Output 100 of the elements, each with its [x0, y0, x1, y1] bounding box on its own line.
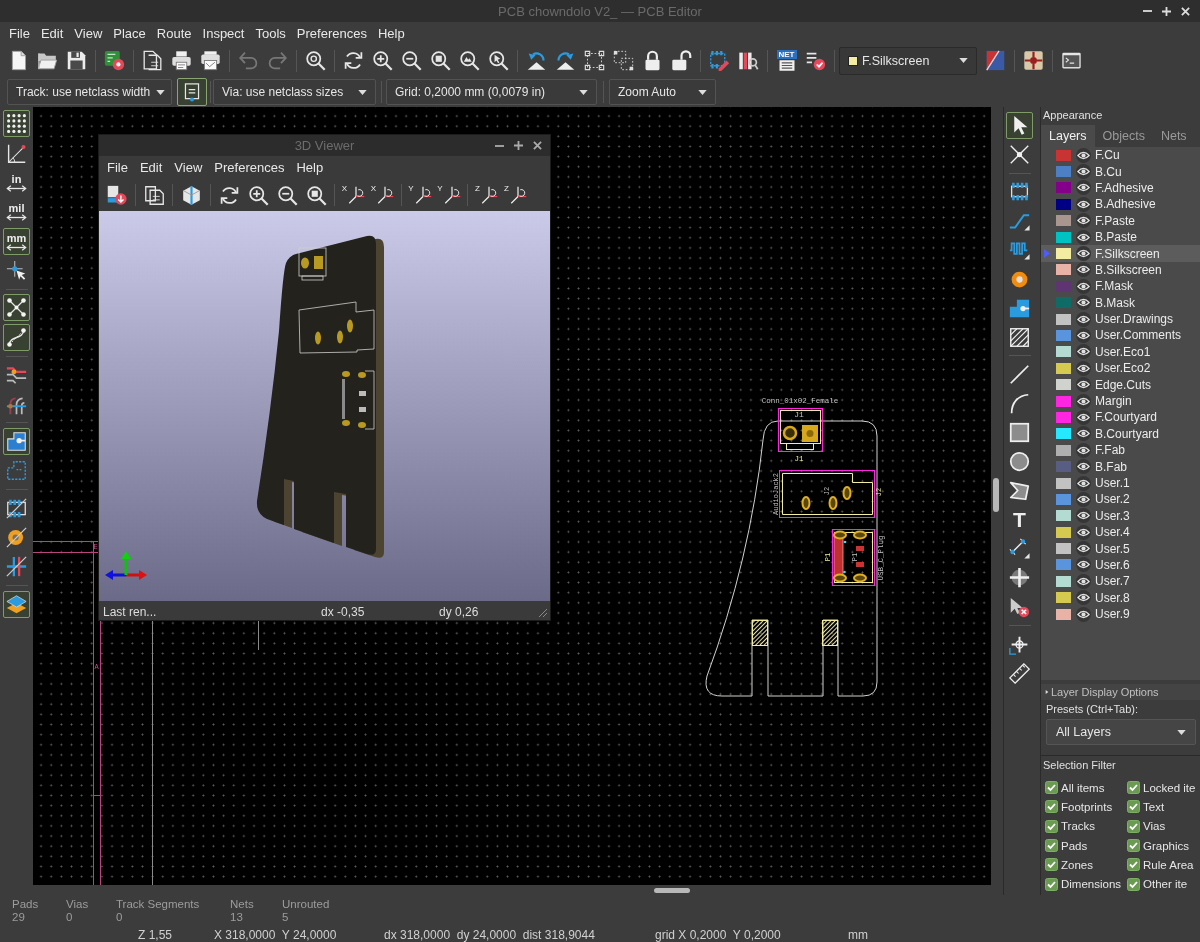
maximize-button[interactable] [1159, 4, 1173, 18]
layer-row[interactable]: F.Adhesive [1041, 179, 1200, 197]
rotate-y-button[interactable]: Y [406, 181, 434, 209]
auto-track-width-button[interactable] [177, 78, 207, 106]
layer-row[interactable]: User.Eco2 [1041, 360, 1200, 377]
eye-icon[interactable] [1076, 475, 1091, 491]
ratsnest-button[interactable] [3, 294, 30, 322]
grid-dropdown[interactable]: Grid: 0,2000 mm (0,0079 in) [386, 79, 597, 105]
layer-row[interactable]: F.Paste [1041, 212, 1200, 229]
layer-row[interactable]: Edge.Cuts [1041, 376, 1200, 393]
eye-icon[interactable] [1076, 541, 1091, 557]
menu-item[interactable]: View [174, 160, 203, 175]
eye-icon[interactable] [1076, 328, 1091, 343]
menu-item[interactable]: Preferences [296, 25, 367, 41]
netlist-button[interactable]: NET [773, 47, 800, 74]
layer-row[interactable]: B.Adhesive [1041, 196, 1200, 213]
menu-item[interactable]: View [74, 25, 103, 41]
checkbox[interactable] [1045, 839, 1058, 853]
menu-item[interactable]: Route [156, 25, 192, 41]
checkbox[interactable] [1127, 877, 1140, 891]
eye-icon[interactable] [1076, 246, 1091, 262]
eye-icon[interactable] [1076, 426, 1091, 442]
menu-item[interactable]: Help [296, 160, 324, 175]
close-button[interactable] [1178, 4, 1192, 18]
eye-icon[interactable] [1076, 557, 1091, 573]
layer-row[interactable]: F.Cu [1041, 147, 1200, 164]
menu-item[interactable]: Inspect [202, 25, 245, 41]
checkbox[interactable] [1045, 781, 1058, 795]
panel-tab[interactable]: Layers [1041, 125, 1095, 147]
layer-row[interactable]: B.Courtyard [1041, 425, 1200, 443]
layer-row[interactable]: F.Courtyard [1041, 409, 1200, 426]
checkbox[interactable] [1045, 877, 1058, 891]
checkbox[interactable] [1127, 839, 1140, 853]
eye-icon[interactable] [1076, 311, 1091, 327]
menu-item[interactable]: Place [113, 25, 146, 41]
eye-icon[interactable] [1076, 147, 1091, 163]
menu-item[interactable]: File [107, 160, 128, 175]
checkbox[interactable] [1127, 858, 1140, 872]
menu-item[interactable]: File [9, 25, 30, 41]
menu-item[interactable]: Preferences [214, 160, 285, 175]
eye-icon[interactable] [1076, 590, 1091, 606]
layer-row[interactable]: F.Silkscreen [1041, 245, 1200, 262]
eye-icon[interactable] [1076, 229, 1091, 245]
eye-icon[interactable] [1076, 278, 1091, 294]
eye-icon[interactable] [1076, 344, 1091, 360]
layer-row[interactable]: User.1 [1041, 474, 1200, 492]
render-viewport[interactable] [99, 211, 550, 601]
checkbox[interactable] [1045, 858, 1058, 872]
curved-ratsnest-button[interactable] [3, 323, 30, 351]
checkbox[interactable] [1045, 819, 1058, 833]
layer-row[interactable]: B.Silkscreen [1041, 261, 1200, 279]
eye-icon[interactable] [1076, 508, 1091, 524]
eye-icon[interactable] [1076, 180, 1091, 196]
mm-units-button[interactable]: mm [3, 227, 30, 255]
rotate-y-button[interactable]: Y [435, 181, 463, 209]
scrollbar-thumb[interactable] [993, 478, 999, 512]
mil-units-button[interactable]: mil [3, 198, 30, 226]
menu-item[interactable]: Edit [139, 160, 163, 175]
collapsible-header[interactable]: Layer Display Options [1041, 684, 1200, 700]
layer-row[interactable]: F.Mask [1041, 278, 1200, 295]
layer-row[interactable]: B.Mask [1041, 294, 1200, 311]
layer-row[interactable]: Margin [1041, 392, 1200, 410]
zoom-dropdown[interactable]: Zoom Auto [609, 79, 716, 105]
eye-icon[interactable] [1076, 524, 1091, 540]
layer-row[interactable]: User.2 [1041, 491, 1200, 508]
layer-row[interactable]: User.Comments [1041, 327, 1200, 344]
rotate-z-button[interactable]: Z [473, 181, 500, 209]
eye-icon[interactable] [1076, 213, 1091, 229]
layer-dropdown[interactable]: F.Silkscreen [839, 46, 977, 75]
eye-icon[interactable] [1076, 262, 1091, 278]
layer-row[interactable]: User.Drawings [1041, 310, 1200, 328]
layer-row[interactable]: F.Fab [1041, 442, 1200, 459]
rotate-x-button[interactable]: X [369, 181, 396, 209]
layer-row[interactable]: User.4 [1041, 524, 1200, 541]
checkbox[interactable] [1127, 800, 1140, 814]
grid-toggle-button[interactable] [3, 110, 30, 138]
eye-icon[interactable] [1076, 360, 1091, 376]
eye-icon[interactable] [1076, 409, 1091, 425]
maximize-button[interactable] [511, 138, 525, 153]
scrollbar-thumb[interactable] [654, 887, 690, 893]
layer-row[interactable]: User.8 [1041, 589, 1200, 606]
filled-zones-button[interactable] [3, 427, 30, 455]
eye-icon[interactable] [1076, 442, 1091, 458]
checkbox[interactable] [1127, 781, 1140, 795]
via-size-dropdown[interactable]: Via: use netclass sizes [213, 79, 376, 105]
layer-row[interactable]: User.6 [1041, 556, 1200, 574]
add-text-button[interactable]: T [1006, 506, 1033, 534]
eye-icon[interactable] [1076, 393, 1091, 409]
appearance-panel-button[interactable] [3, 590, 30, 618]
layer-row[interactable]: B.Fab [1041, 458, 1200, 475]
eye-icon[interactable] [1076, 377, 1091, 393]
menu-item[interactable]: Edit [40, 25, 64, 41]
layer-row[interactable]: User.5 [1041, 540, 1200, 557]
presets-dropdown[interactable]: All Layers [1046, 719, 1196, 745]
inch-units-button[interactable]: in [3, 168, 30, 196]
menu-item[interactable]: Tools [255, 25, 286, 41]
eye-icon[interactable] [1076, 459, 1091, 475]
layer-row[interactable]: B.Paste [1041, 228, 1200, 246]
eye-icon[interactable] [1076, 164, 1091, 180]
eye-icon[interactable] [1076, 196, 1091, 212]
